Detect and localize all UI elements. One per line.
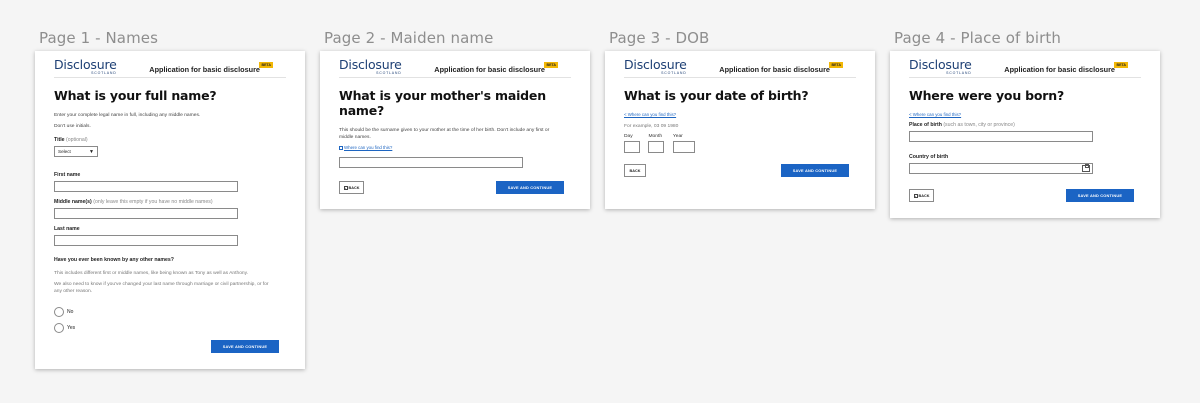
lookup-icon[interactable] bbox=[1082, 164, 1090, 172]
year-label: Year bbox=[672, 134, 683, 139]
help-icon bbox=[339, 145, 343, 150]
logo-text: Disclosure bbox=[54, 57, 117, 72]
last-name-input[interactable] bbox=[54, 235, 238, 246]
maiden-info-text: This should be the surname given to your… bbox=[339, 128, 550, 140]
page4-card: Disclosure SCOTLAND Application for basi… bbox=[890, 51, 1160, 218]
other-names-info1: This includes different first or middle … bbox=[54, 271, 249, 276]
day-label: Day bbox=[624, 134, 633, 139]
page-header: Disclosure SCOTLAND Application for basi… bbox=[339, 51, 571, 78]
page-heading: What is your mother's maiden name? bbox=[339, 88, 546, 118]
beta-badge: BETA bbox=[544, 62, 558, 68]
dob-month-group: Month bbox=[648, 134, 665, 153]
initials-text: Don't use initials. bbox=[54, 124, 91, 129]
country-of-birth-input[interactable] bbox=[909, 163, 1093, 174]
save-and-continue-button[interactable]: SAVE AND CONTINUE bbox=[496, 181, 564, 194]
back-arrow-icon: ‹ bbox=[913, 193, 918, 198]
radio-yes-label: Yes bbox=[67, 325, 76, 331]
disclosure-logo[interactable]: Disclosure SCOTLAND bbox=[339, 58, 402, 75]
middle-names-label: Middle name(s) (only leave this empty if… bbox=[54, 199, 213, 205]
beta-badge: BETA bbox=[259, 62, 273, 68]
title-hint: (optional) bbox=[66, 137, 88, 143]
app-title: Application for basic disclosure bbox=[1004, 65, 1115, 74]
radio-no[interactable] bbox=[54, 307, 64, 317]
app-title: Application for basic disclosure bbox=[434, 65, 545, 74]
app-title: Application for basic disclosure bbox=[149, 65, 260, 74]
month-input[interactable] bbox=[648, 141, 665, 153]
place-of-birth-label: Place of birth (such as town, city or pr… bbox=[909, 122, 1015, 128]
frame-title-page3: Page 3 - DOB bbox=[609, 29, 710, 47]
intro-text: Enter your complete legal name in full, … bbox=[54, 113, 201, 118]
back-button[interactable]: ‹ BACK bbox=[339, 181, 364, 194]
radio-option-yes[interactable]: Yes bbox=[54, 321, 286, 335]
logo-text: Disclosure bbox=[624, 57, 687, 72]
month-label: Month bbox=[648, 134, 663, 139]
radio-option-no[interactable]: No bbox=[54, 305, 286, 319]
back-button[interactable]: ‹ BACK bbox=[909, 189, 934, 202]
disclosure-logo[interactable]: Disclosure SCOTLAND bbox=[54, 58, 117, 75]
first-name-input[interactable] bbox=[54, 181, 238, 192]
last-name-label: Last name bbox=[54, 226, 80, 232]
beta-badge: BETA bbox=[1114, 62, 1128, 68]
page-heading: What is your full name? bbox=[54, 88, 217, 103]
app-title: Application for basic disclosure bbox=[719, 65, 830, 74]
page3-card: Disclosure SCOTLAND Application for basi… bbox=[605, 51, 875, 209]
save-and-continue-button[interactable]: SAVE AND CONTINUE bbox=[1066, 189, 1134, 202]
country-of-birth-label: Country of birth bbox=[909, 154, 949, 160]
back-arrow-icon: ‹ bbox=[343, 185, 348, 190]
place-of-birth-input[interactable] bbox=[909, 131, 1093, 142]
frame-title-page4: Page 4 - Place of birth bbox=[894, 29, 1061, 47]
beta-badge: BETA bbox=[829, 62, 843, 68]
other-names-info2: We also need to know if you've changed y… bbox=[54, 282, 269, 294]
dob-year-group: Year bbox=[672, 134, 695, 153]
disclosure-logo[interactable]: Disclosure SCOTLAND bbox=[909, 58, 972, 75]
radio-no-label: No bbox=[67, 309, 74, 315]
page-heading: What is your date of birth? bbox=[624, 88, 809, 103]
disclosure-logo[interactable]: Disclosure SCOTLAND bbox=[624, 58, 687, 75]
dob-example: For example, 03 09 1980 bbox=[624, 124, 679, 129]
title-select-value: Select bbox=[58, 149, 71, 154]
page-header: Disclosure SCOTLAND Application for basi… bbox=[909, 51, 1141, 78]
page-header: Disclosure SCOTLAND Application for basi… bbox=[54, 51, 286, 78]
save-and-continue-button[interactable]: SAVE AND CONTINUE bbox=[211, 340, 279, 353]
day-input[interactable] bbox=[624, 141, 640, 153]
place-hint: (such as town, city or province) bbox=[943, 122, 1015, 128]
frame-title-page2: Page 2 - Maiden name bbox=[324, 29, 494, 47]
title-label: Title (optional) bbox=[54, 137, 88, 143]
radio-yes[interactable] bbox=[54, 323, 64, 333]
first-name-label: First name bbox=[54, 172, 81, 178]
save-and-continue-button[interactable]: SAVE AND CONTINUE bbox=[781, 164, 849, 177]
logo-text: Disclosure bbox=[339, 57, 402, 72]
page1-card: Disclosure SCOTLAND Application for basi… bbox=[35, 51, 305, 369]
other-names-question: Have you ever been known by any other na… bbox=[54, 257, 174, 263]
middle-names-input[interactable] bbox=[54, 208, 238, 219]
page-header: Disclosure SCOTLAND Application for basi… bbox=[624, 51, 856, 78]
back-button[interactable]: BACK bbox=[624, 164, 646, 177]
title-select[interactable]: Select ▼ bbox=[54, 146, 98, 157]
frame-title-page1: Page 1 - Names bbox=[39, 29, 159, 47]
dob-day-group: Day bbox=[624, 134, 640, 153]
logo-text: Disclosure bbox=[909, 57, 972, 72]
year-input[interactable] bbox=[672, 141, 695, 153]
middle-names-hint: (only leave this empty if you have no mi… bbox=[93, 199, 213, 205]
chevron-down-icon: ▼ bbox=[89, 149, 94, 155]
page2-card: Disclosure SCOTLAND Application for basi… bbox=[320, 51, 590, 209]
maiden-name-input[interactable] bbox=[339, 157, 523, 168]
page-heading: Where were you born? bbox=[909, 88, 1065, 103]
